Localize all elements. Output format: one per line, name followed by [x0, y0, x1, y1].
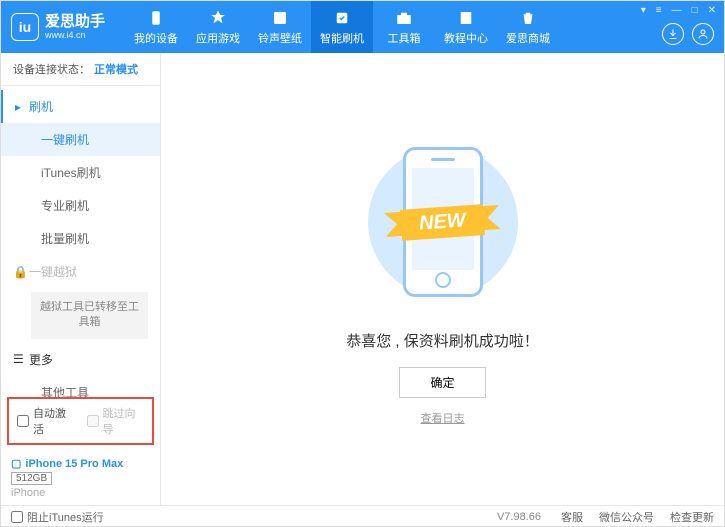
- block-itunes-checkbox[interactable]: 阻止iTunes运行: [11, 509, 104, 525]
- nav-5[interactable]: 教程中心: [435, 1, 497, 53]
- view-log-link[interactable]: 查看日志: [421, 410, 465, 426]
- sidebar-item[interactable]: 一键刷机: [1, 123, 160, 156]
- window-controls: ▾ ≡ — □ ✕: [641, 5, 716, 16]
- win-control[interactable]: ≡: [656, 5, 662, 16]
- nav-6[interactable]: 爱思商城: [497, 1, 559, 53]
- more-icon: ☰: [13, 352, 25, 366]
- auto-activate-checkbox[interactable]: 自动激活: [17, 405, 75, 437]
- sidebar-options-highlight: 自动激活 跳过向导: [7, 397, 154, 445]
- nav-icon: [395, 9, 413, 27]
- download-icon[interactable]: [662, 23, 684, 45]
- device-storage: 512GB: [11, 472, 52, 485]
- nav-icon: [333, 9, 351, 27]
- footer-link[interactable]: 微信公众号: [599, 509, 654, 525]
- sidebar-group-more[interactable]: ☰ 更多: [1, 343, 160, 376]
- footer-link[interactable]: 检查更新: [670, 509, 714, 525]
- nav-icon: [519, 9, 537, 27]
- sidebar-group-flash[interactable]: ▸ 刷机: [1, 90, 160, 123]
- skip-guide-checkbox[interactable]: 跳过向导: [87, 405, 145, 437]
- nav-4[interactable]: 工具箱: [373, 1, 435, 53]
- nav-icon: [209, 9, 227, 27]
- app-title: 爱思助手: [45, 14, 105, 29]
- sidebar-item[interactable]: 专业刷机: [1, 189, 160, 222]
- nav-icon: [271, 9, 289, 27]
- success-illustration: NEW: [323, 132, 563, 312]
- sidebar-item[interactable]: 其他工具: [1, 376, 160, 397]
- app-logo: iu 爱思助手 www.i4.cn: [11, 13, 105, 41]
- win-control[interactable]: □: [692, 5, 698, 16]
- nav-0[interactable]: 我的设备: [125, 1, 187, 53]
- device-info: ▢ iPhone 15 Pro Max 512GB iPhone: [1, 451, 160, 505]
- nav-1[interactable]: 应用游戏: [187, 1, 249, 53]
- footer-link[interactable]: 客服: [561, 509, 583, 525]
- lock-icon: 🔒: [13, 265, 25, 279]
- main-content: NEW 恭喜您 , 保资料刷机成功啦！ 确定 查看日志: [161, 53, 724, 505]
- sidebar-group-jailbreak: 🔒 一键越狱: [1, 255, 160, 288]
- device-type: iPhone: [11, 487, 150, 499]
- device-status: 设备连接状态： 正常模式: [1, 53, 160, 86]
- phone-icon: ▢: [11, 457, 21, 470]
- jailbreak-note: 越狱工具已转移至工具箱: [31, 292, 148, 339]
- status-value: 正常模式: [94, 61, 138, 77]
- sidebar: 设备连接状态： 正常模式 ▸ 刷机 一键刷机iTunes刷机专业刷机批量刷机 🔒…: [1, 53, 161, 505]
- nav-icon: [147, 9, 165, 27]
- main-nav: 我的设备应用游戏铃声壁纸智能刷机工具箱教程中心爱思商城: [125, 1, 559, 53]
- nav-3[interactable]: 智能刷机: [311, 1, 373, 53]
- app-url: www.i4.cn: [45, 31, 105, 40]
- sidebar-item[interactable]: 批量刷机: [1, 222, 160, 255]
- app-header: iu 爱思助手 www.i4.cn 我的设备应用游戏铃声壁纸智能刷机工具箱教程中…: [1, 1, 724, 53]
- flash-icon: ▸: [15, 100, 27, 114]
- status-label: 设备连接状态：: [13, 61, 90, 77]
- nav-2[interactable]: 铃声壁纸: [249, 1, 311, 53]
- win-control[interactable]: ▾: [641, 5, 646, 16]
- ok-button[interactable]: 确定: [399, 367, 485, 398]
- version-label: V7.98.66: [497, 511, 541, 523]
- sidebar-item[interactable]: iTunes刷机: [1, 156, 160, 189]
- nav-icon: [457, 9, 475, 27]
- logo-icon: iu: [11, 13, 39, 41]
- footer: 阻止iTunes运行 V7.98.66 客服微信公众号检查更新: [1, 505, 724, 527]
- user-icon[interactable]: [692, 23, 714, 45]
- win-control[interactable]: ✕: [708, 5, 716, 16]
- win-control[interactable]: —: [672, 5, 682, 16]
- new-ribbon: NEW: [400, 204, 485, 241]
- device-name[interactable]: ▢ iPhone 15 Pro Max: [11, 457, 150, 470]
- header-actions: [662, 23, 714, 45]
- success-message: 恭喜您 , 保资料刷机成功啦！: [346, 330, 539, 351]
